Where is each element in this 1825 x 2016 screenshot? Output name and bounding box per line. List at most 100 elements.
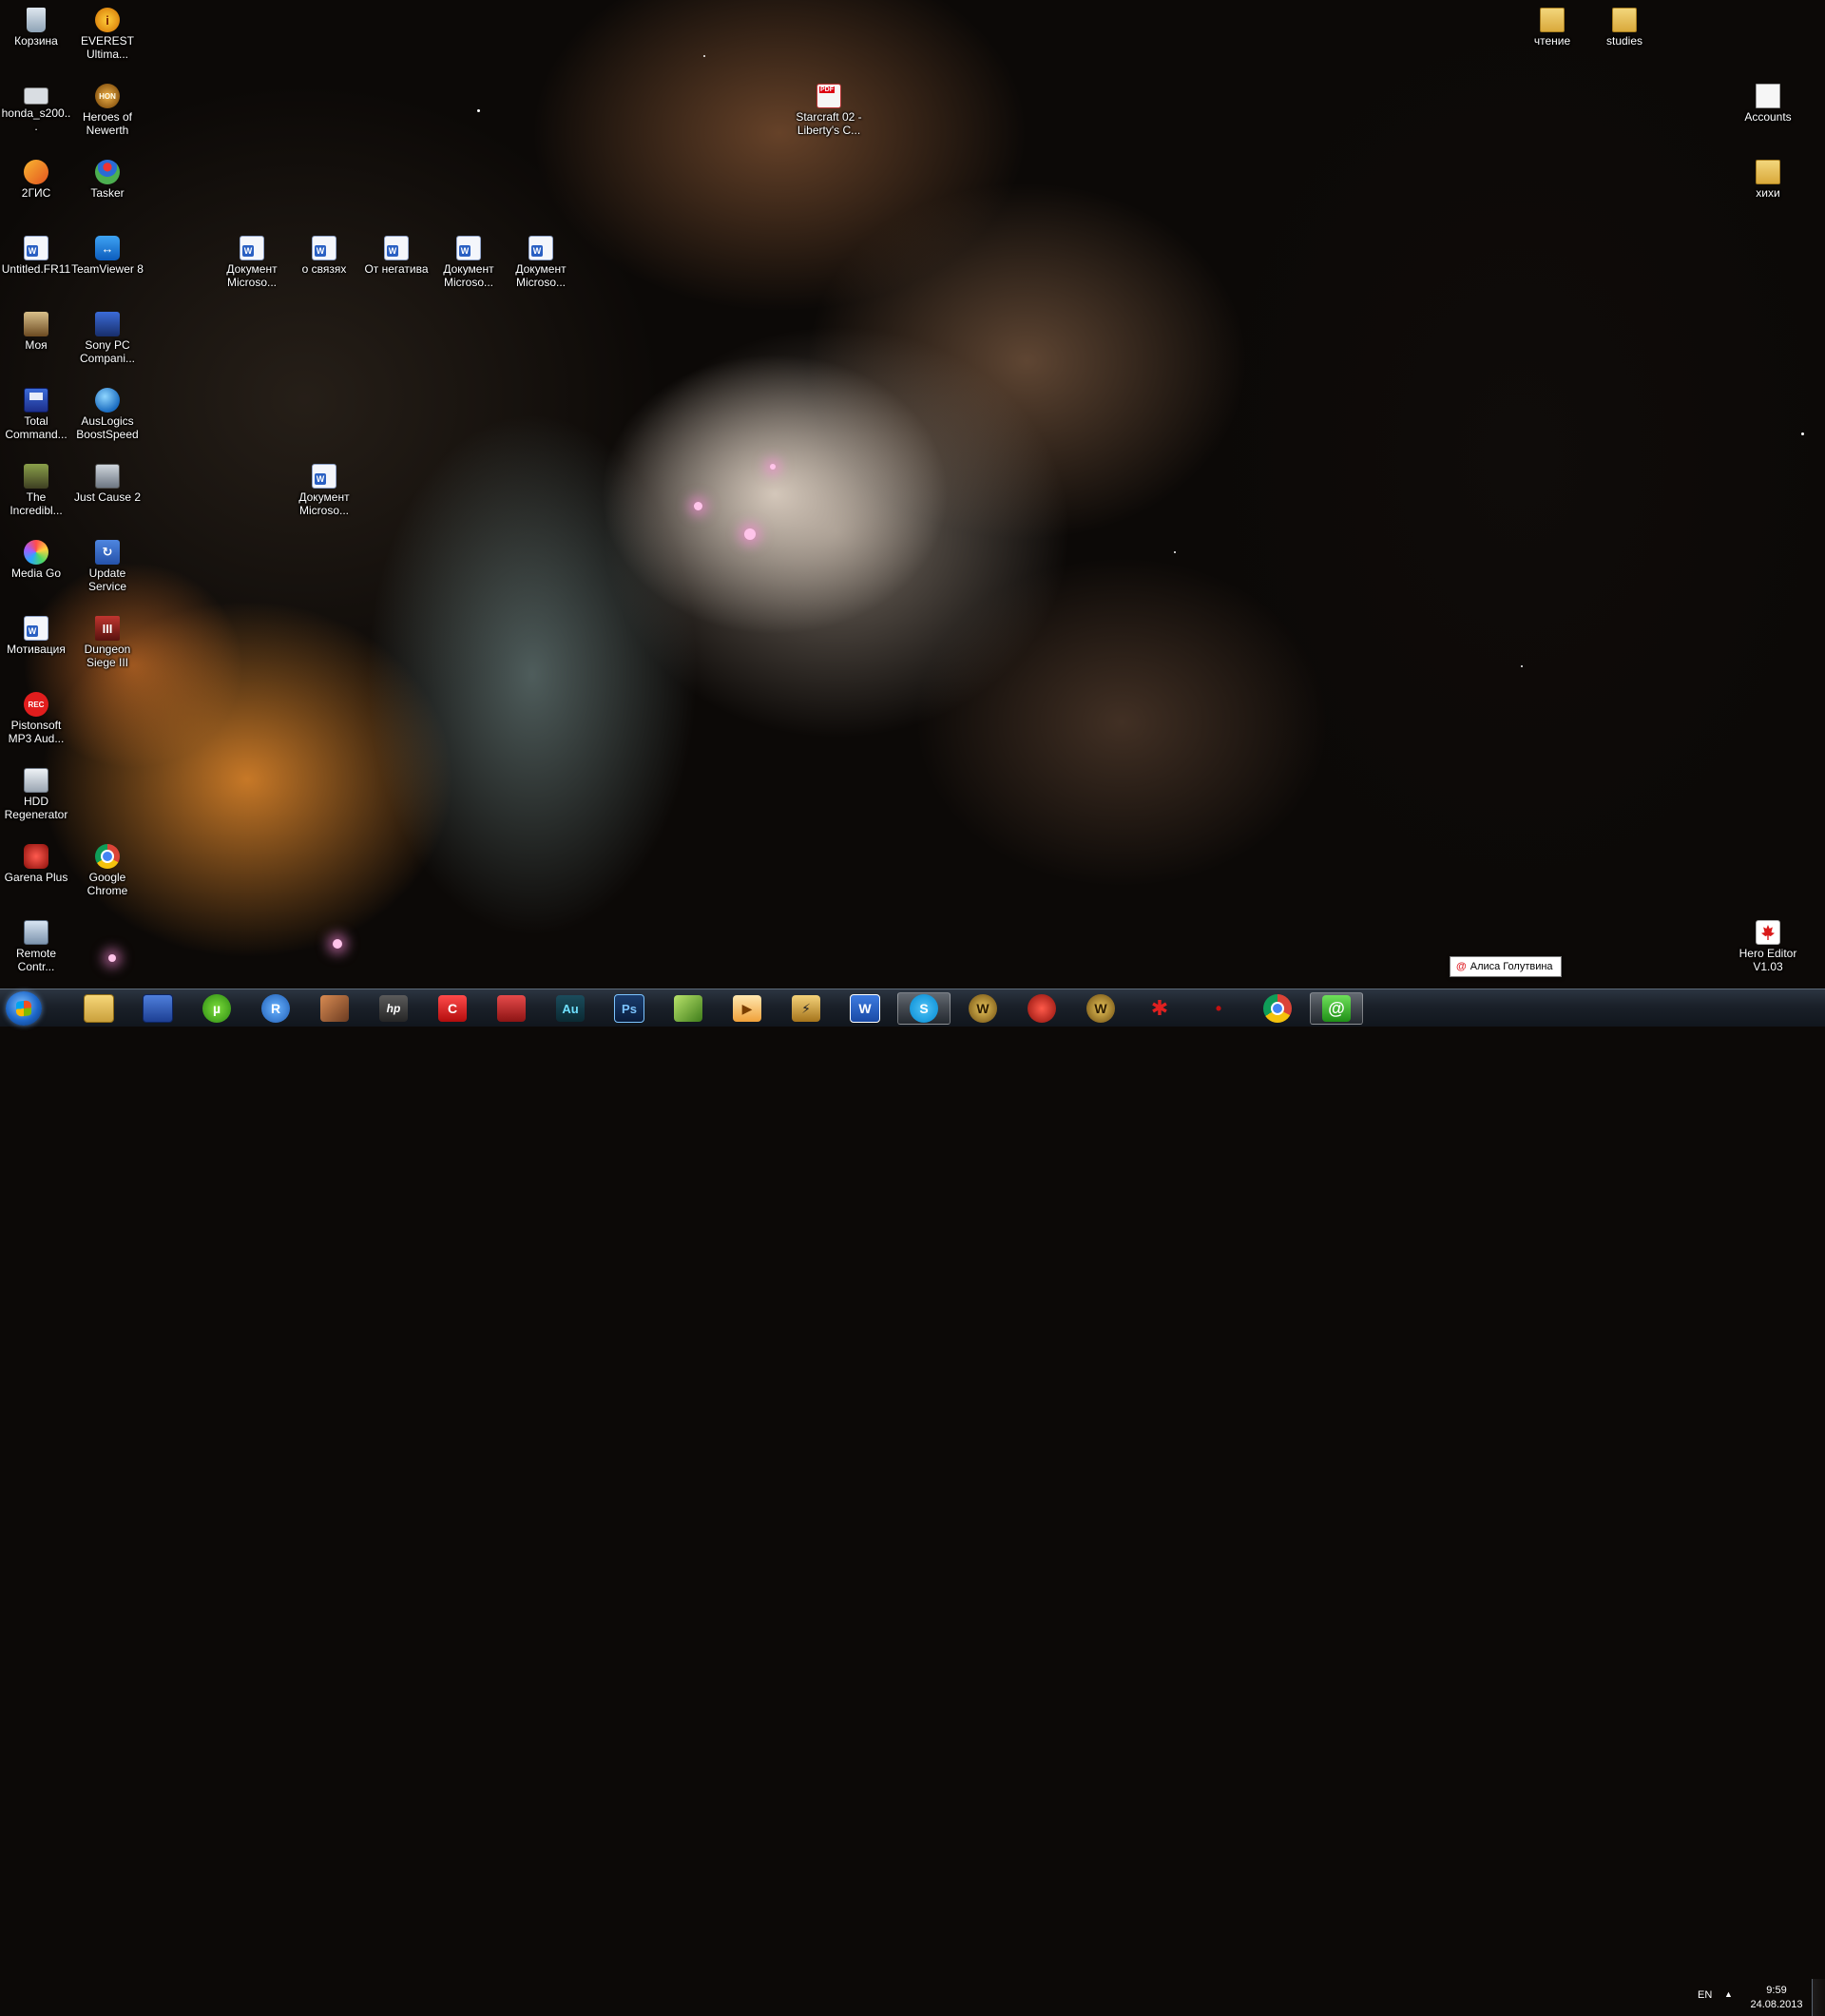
desktop-icon-incredible-hulk[interactable]: The Incredibl... [0,462,72,517]
taskbar-button-skype[interactable]: S [897,992,951,1025]
dungeon-siege-icon: III [95,616,120,641]
wallpaper-star [108,954,116,962]
game-icon [320,995,349,1022]
save-disk-icon [143,994,173,1023]
desktop-icon-2gis[interactable]: 2ГИС [0,158,72,200]
word-icon: W [850,994,880,1023]
desktop-icon-sony-pc-companion[interactable]: Sony PC Compani... [71,310,144,365]
desktop-icon-document-3[interactable]: W Документ Microso... [505,234,577,289]
show-hidden-icons-button[interactable]: ▲ [1724,1989,1733,1999]
desktop-icon-honda-image[interactable]: honda_s200... [0,82,72,133]
taskbar-button-save-disk[interactable] [131,992,184,1025]
desktop-icon-untitled-fr11[interactable]: W Untitled.FR11 [0,234,72,276]
desktop-icon-remote-control[interactable]: Remote Contr... [0,918,72,973]
taskbar-button-bolt-app[interactable]: ⚡ [779,992,833,1025]
taskbar-button-mail-agent[interactable]: @ [1310,992,1363,1025]
utorrent-icon: µ [202,994,231,1023]
desktop-icon-moya[interactable]: Моя [0,310,72,352]
desktop-icon-label: Remote Contr... [15,947,57,973]
desktop-icon-document-2[interactable]: W Документ Microso... [432,234,505,289]
desktop-icon-label: Sony PC Compani... [79,338,136,365]
mail-agent-icon: @ [1322,995,1351,1022]
desktop-icon-starcraft-pdf[interactable]: Starcraft 02 - Liberty's C... [793,82,865,137]
taskbar-button-utorrent[interactable]: µ [190,992,243,1025]
taskbar-button-photoshop[interactable]: Ps [603,992,656,1025]
desktop-icon-label: The Incredibl... [10,490,63,517]
taskbar-button-r-app[interactable]: R [249,992,302,1025]
desktop-icon-label: чтение [1533,34,1571,48]
desktop-icon-document-1[interactable]: W Документ Microso... [216,234,288,289]
desktop-icon-accounts[interactable]: Accounts [1732,82,1804,124]
desktop-icon-ot-negativa[interactable]: W От негатива [360,234,432,276]
desktop-icon-label: EVEREST Ultima... [80,34,134,61]
taskbar-button-media-player[interactable]: ▶ [720,992,774,1025]
show-desktop-button[interactable] [1812,1979,1825,2016]
taskbar-button-warcraft-2[interactable]: W [1074,992,1127,1025]
image-file-icon [24,87,48,105]
r-app-icon: R [261,994,290,1023]
desktop-icon-document-4[interactable]: W Документ Microso... [288,462,360,517]
clock-time: 9:59 [1766,1985,1787,1996]
2gis-icon [24,160,48,184]
taskbar-button-hp[interactable]: hp [367,992,420,1025]
audition-icon: Au [556,995,585,1022]
desktop-icon-label: Media Go [10,566,62,580]
desktop-icon-label: Документ Microso... [515,262,567,289]
taskbar-button-word[interactable]: W [838,992,892,1025]
desktop-icon-label: studies [1605,34,1643,48]
desktop-icon-dungeon-siege[interactable]: III Dungeon Siege III [71,614,144,669]
desktop-icon-label: Документ Microso... [443,262,494,289]
desktop-icon-update-service[interactable]: ↻ Update Service [71,538,144,593]
wallpaper-star [770,464,776,470]
language-indicator[interactable]: EN [1698,1989,1712,2001]
desktop-icon-total-commander[interactable]: Total Command... [0,386,72,441]
taskbar-button-spider[interactable]: ✱ [1133,992,1186,1025]
desktop-icon-motivatsiya[interactable]: W Мотивация [0,614,72,656]
system-clock[interactable]: 9:59 24.08.2013 [1743,1984,1810,2012]
desktop-icon-heroes-of-newerth[interactable]: HON Heroes of Newerth [71,82,144,137]
desktop-icon-studies-folder[interactable]: studies [1588,6,1661,48]
taskbar-button-audition[interactable]: Au [544,992,597,1025]
desktop-icon-label: AusLogics BoostSpeed [76,414,139,441]
desktop-icon-teamviewer[interactable]: ↔ TeamViewer 8 [71,234,144,276]
sony-pc-companion-icon [95,312,120,336]
tasker-icon [95,160,120,184]
desktop-icon-pistonsoft[interactable]: REC Pistonsoft MP3 Aud... [0,690,72,745]
desktop-icon-hero-editor[interactable]: Hero Editor V1.03 [1732,918,1804,973]
update-service-icon: ↻ [95,540,120,565]
canada-flag-icon [1756,920,1780,945]
desktop-icon-everest[interactable]: i EVEREST Ultima... [71,6,144,61]
desktop-icon-label: Just Cause 2 [73,490,142,504]
taskbar-button-chrome[interactable] [1251,992,1304,1025]
mail-agent-icon: @ [1456,961,1467,972]
taskbar-button-red-book[interactable] [485,992,538,1025]
desktop-icon-o-svyazyah[interactable]: W о связях [288,234,360,276]
mail-agent-notification[interactable]: @ Алиса Голутвина [1450,956,1562,977]
remote-control-icon [24,920,48,945]
taskbar-button-explorer[interactable] [72,992,125,1025]
desktop-icon-hdd-regenerator[interactable]: HDD Regenerator [0,766,72,821]
taskbar-button-warcraft-1[interactable]: W [956,992,1009,1025]
chrome-icon [95,844,120,869]
taskbar-button-red-dot[interactable]: • [1192,992,1245,1025]
taskbar-button-red-c-app[interactable]: C [426,992,479,1025]
taskbar-button-red-potion[interactable] [1015,992,1068,1025]
windows-start-button[interactable] [6,991,42,1026]
desktop-icon-chtenie-folder[interactable]: чтение [1516,6,1588,48]
taskbar-button-feather-app[interactable] [662,992,715,1025]
desktop-icon-recycle-bin[interactable]: Корзина [0,6,72,48]
taskbar-button-game[interactable] [308,992,361,1025]
photoshop-icon: Ps [614,994,644,1023]
desktop-icon-label: honda_s200... [1,106,71,133]
desktop-icon-label: хихи [1756,186,1780,200]
desktop-icon-garena-plus[interactable]: Garena Plus [0,842,72,884]
desktop-icon-google-chrome[interactable]: Google Chrome [71,842,144,897]
desktop-icon-auslogics[interactable]: AusLogics BoostSpeed [71,386,144,441]
desktop-icon-hihi-folder[interactable]: хихи [1732,158,1804,200]
desktop-icon-label: Моя [25,338,48,352]
wallpaper-star [333,939,342,949]
desktop-icon-just-cause-2[interactable]: Just Cause 2 [71,462,144,504]
word-doc-icon: W [240,236,264,260]
desktop-icon-media-go[interactable]: Media Go [0,538,72,580]
desktop-icon-tasker[interactable]: Tasker [71,158,144,200]
